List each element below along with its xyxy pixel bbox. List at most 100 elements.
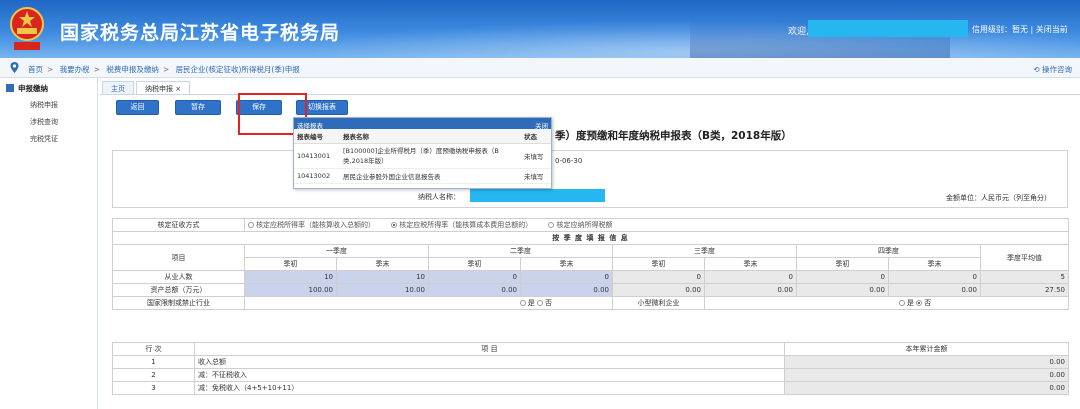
- radio-icon: [519, 300, 526, 306]
- quarter-3-header: 三季度: [612, 244, 797, 258]
- assets-q3-end: 0.00: [704, 283, 797, 297]
- breadcrumb: 首页 > 我要办税 > 税费申报及缴纳 > 居民企业(核定征收)所得税月(季)申报: [28, 64, 304, 75]
- average-header: 季度平均值: [979, 244, 1070, 271]
- levy-row: 核定征收方式 核定应税所得率（能核算收入总额的） 核定应税所得率（能核算成本费用…: [112, 218, 1070, 232]
- breadcrumb-tax[interactable]: 我要办税: [60, 65, 90, 74]
- subheader-row: 季初 季末 季初 季末 季初 季末 季初 季末: [113, 257, 1069, 271]
- assets-q2-start[interactable]: 0.00: [428, 283, 521, 297]
- levy-option-label: 核定应纳所得税额: [556, 221, 613, 229]
- assets-q2-end[interactable]: 0.00: [520, 283, 613, 297]
- q3-end-header: 季末: [704, 257, 797, 271]
- header-banner: 国家税务总局江苏省电子税务局 欢迎, 信用级别：暂无 | 关闭当前: [0, 0, 1080, 58]
- help-label: 操作咨询: [1042, 65, 1072, 74]
- yes-label: 是: [906, 299, 914, 307]
- q3-start-header: 季初: [612, 257, 705, 271]
- radio-checked-icon: [916, 300, 923, 306]
- employees-q2-start[interactable]: 0: [428, 270, 521, 284]
- panel-close-button[interactable]: 关闭: [535, 120, 548, 130]
- q4-start-header: 季初: [796, 257, 889, 271]
- sidebar-item-tax-declaration[interactable]: 纳税申报: [30, 100, 58, 110]
- row-no: 1: [112, 355, 195, 369]
- levy-option-cost[interactable]: 核定应税所得率（能核算成本费用总额的）: [391, 221, 532, 229]
- amount-header: 本年累计金额: [784, 342, 1069, 356]
- q4-end-header: 季末: [888, 257, 981, 271]
- assets-q1-start[interactable]: 100.00: [244, 283, 337, 297]
- tab-tax-declaration[interactable]: 纳税申报 ×: [136, 81, 191, 94]
- row-item: 收入总额: [194, 355, 785, 369]
- employees-average: 5: [979, 270, 1070, 284]
- breadcrumb-bar: 首页 > 我要办税 > 税费申报及缴纳 > 居民企业(核定征收)所得税月(季)申报 ⟲…: [0, 58, 1080, 78]
- close-link[interactable]: 关闭当前: [1036, 25, 1068, 34]
- row-no: 3: [112, 381, 195, 395]
- row-amount: 0.00: [784, 368, 1069, 382]
- report-status: 未填写: [521, 143, 551, 169]
- report-code: 10413002: [294, 168, 340, 184]
- form-title: 季）度预缴和年度纳税申报表（B类，2018年版）: [555, 130, 792, 142]
- assets-row: 资产总额（万元） 100.00 10.00 0.00 0.00 0.00 0.0…: [112, 283, 1070, 297]
- assets-q1-end[interactable]: 10.00: [336, 283, 429, 297]
- employees-q4-start: 0: [796, 270, 889, 284]
- restricted-industry-options: 是 否: [244, 296, 613, 310]
- radio-icon: [548, 222, 555, 228]
- assets-q4-start: 0.00: [796, 283, 889, 297]
- small-yes[interactable]: 是: [898, 299, 914, 307]
- levy-option-income[interactable]: 核定应税所得率（能核算收入总额的）: [248, 221, 375, 229]
- q1-start-header: 季初: [244, 257, 337, 271]
- table-row: 1 收入总额 0.00: [112, 355, 1069, 369]
- sidebar: 申报缴纳 纳税申报 涉税查询 完税凭证: [0, 78, 98, 409]
- report-row[interactable]: 10413002 居民企业参股外国企业信息报告表 未填写: [294, 168, 551, 184]
- credit-rating: 信用级别：暂无: [972, 25, 1028, 34]
- employees-label: 从业人数: [112, 270, 245, 284]
- small-enterprise-options: 是 否: [703, 296, 1070, 310]
- username-redacted: [808, 20, 968, 37]
- header-right: 信用级别：暂无 | 关闭当前: [972, 24, 1068, 35]
- panel-title: 选择报表: [297, 122, 323, 130]
- employees-q1-end[interactable]: 10: [336, 270, 429, 284]
- breadcrumb-declare[interactable]: 税费申报及缴纳: [106, 65, 159, 74]
- report-list-header: 报表编号 报表名称 状态: [294, 129, 551, 144]
- employees-q3-start: 0: [612, 270, 705, 284]
- sidebar-item-tax-certificate[interactable]: 完税凭证: [30, 134, 58, 144]
- report-status: 未填写: [521, 168, 551, 184]
- tab-home[interactable]: 主页: [102, 81, 134, 94]
- assets-q3-start: 0.00: [612, 283, 705, 297]
- section-title-row: 按 季 度 填 报 信 息: [111, 231, 1070, 245]
- menu-square-icon: [6, 84, 14, 92]
- report-name[interactable]: 居民企业参股外国企业信息报告表: [340, 168, 521, 184]
- employees-q2-end[interactable]: 0: [520, 270, 613, 284]
- report-code: 10413001: [294, 143, 340, 169]
- help-link[interactable]: ⟲ 操作咨询: [1033, 64, 1072, 75]
- small-no[interactable]: 否: [916, 299, 931, 307]
- item-header: 项目: [112, 244, 245, 271]
- radio-icon: [898, 300, 905, 306]
- quarter-1-header: 一季度: [244, 244, 429, 258]
- table-row: 3 减：免税收入（4+5+10+11） 0.00: [112, 381, 1069, 395]
- restricted-yes[interactable]: 是: [519, 299, 535, 307]
- sidebar-item-tax-query[interactable]: 涉税查询: [30, 117, 58, 127]
- draft-button[interactable]: 暂存: [175, 100, 221, 115]
- quarter-4-header: 四季度: [796, 244, 981, 258]
- small-enterprise-label: 小型微利企业: [612, 296, 705, 310]
- restricted-industry-label: 国家限制或禁止行业: [112, 296, 245, 310]
- no-label: 否: [545, 299, 552, 307]
- levy-option-fixed[interactable]: 核定应纳所得税额: [548, 221, 612, 229]
- breadcrumb-sep: >: [47, 65, 54, 74]
- q2-start-header: 季初: [428, 257, 521, 271]
- breadcrumb-home[interactable]: 首页: [28, 65, 43, 74]
- quarterly-table: 核定征收方式 核定应税所得率（能核算收入总额的） 核定应税所得率（能核算成本费用…: [111, 218, 1070, 310]
- tax-period: 0-06-30: [555, 157, 583, 165]
- report-name[interactable]: [B100000]企业所得税月（季）度预缴纳税申报表（B类,2018年版）: [340, 143, 521, 169]
- panel-header: 选择报表 关闭: [294, 118, 551, 130]
- report-select-panel: 选择报表 关闭 报表编号 报表名称 状态 10413001 [B100000]企…: [293, 117, 552, 189]
- table-row: 2 减：不征税收入 0.00: [112, 368, 1069, 382]
- report-list: 报表编号 报表名称 状态 10413001 [B100000]企业所得税月（季）…: [294, 129, 551, 184]
- report-row[interactable]: 10413001 [B100000]企业所得税月（季）度预缴纳税申报表（B类,2…: [294, 143, 551, 169]
- national-emblem-icon: [10, 7, 44, 50]
- sidebar-title[interactable]: 申报缴纳: [6, 83, 48, 94]
- breadcrumb-sep: >: [162, 65, 170, 74]
- back-button[interactable]: 返回: [116, 100, 159, 115]
- quarter-2-header: 二季度: [428, 244, 613, 258]
- employees-q1-start[interactable]: 10: [244, 270, 337, 284]
- breadcrumb-current[interactable]: 居民企业(核定征收)所得税月(季)申报: [176, 65, 300, 74]
- restricted-no[interactable]: 否: [537, 299, 552, 307]
